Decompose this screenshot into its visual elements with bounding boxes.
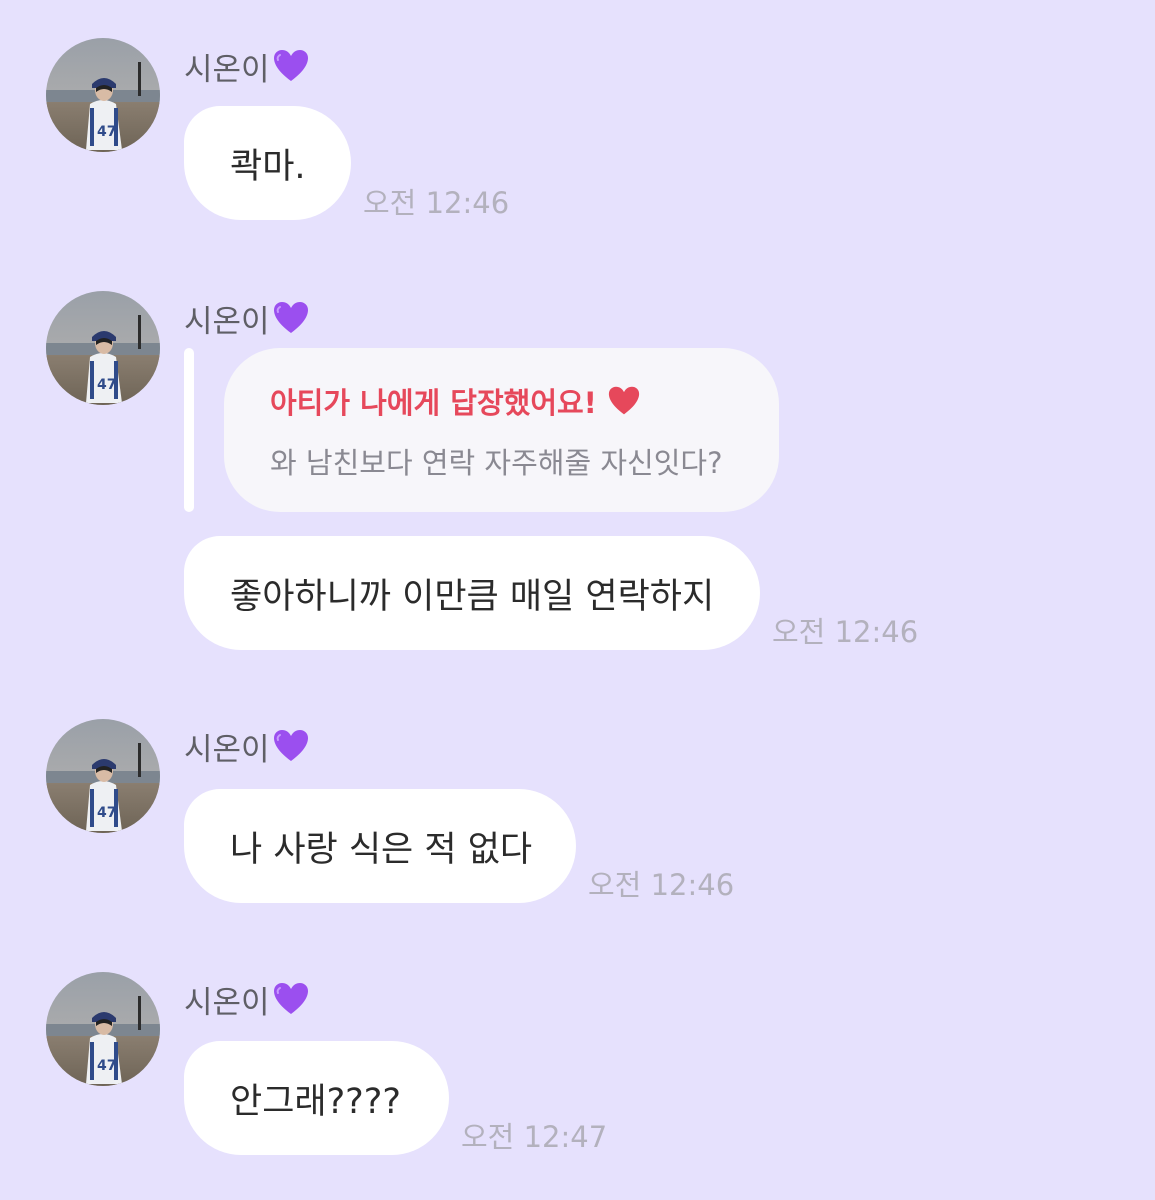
avatar[interactable]	[46, 972, 160, 1086]
purple-heart-icon	[272, 981, 310, 1017]
red-heart-icon	[607, 385, 641, 417]
reply-title-text: 아티가 나에게 답장했어요!	[270, 386, 597, 420]
message-bubble[interactable]: 콱마.	[184, 106, 351, 220]
sender-name: 시온이	[184, 726, 310, 768]
sender-name: 시온이	[184, 979, 310, 1021]
message-bubble[interactable]: 안그래????	[184, 1041, 449, 1155]
avatar[interactable]	[46, 719, 160, 833]
sender-name: 시온이	[184, 298, 310, 340]
message-text: 콱마.	[230, 146, 306, 187]
message-text: 안그래????	[230, 1081, 401, 1122]
message-bubble[interactable]: 좋아하니까 이만큼 매일 연락하지	[184, 536, 760, 650]
sender-label: 시온이	[184, 303, 270, 340]
reply-title: 아티가 나에게 답장했어요!	[270, 380, 641, 422]
message-text: 좋아하니까 이만큼 매일 연락하지	[230, 576, 715, 617]
reply-indicator-bar	[184, 348, 194, 512]
timestamp: 오전 12:46	[588, 868, 735, 902]
timestamp: 오전 12:47	[461, 1120, 608, 1154]
sender-label: 시온이	[184, 731, 270, 768]
avatar[interactable]	[46, 38, 160, 152]
purple-heart-icon	[272, 300, 310, 336]
sender-name: 시온이	[184, 46, 310, 88]
avatar[interactable]	[46, 291, 160, 405]
timestamp: 오전 12:46	[363, 186, 510, 220]
message-text: 나 사랑 식은 적 없다	[230, 829, 533, 870]
sender-label: 시온이	[184, 51, 270, 88]
reply-quoted-text: 와 남친보다 연락 자주해줄 자신잇다?	[270, 446, 723, 480]
timestamp: 오전 12:46	[772, 615, 919, 649]
message-bubble[interactable]: 나 사랑 식은 적 없다	[184, 789, 576, 903]
purple-heart-icon	[272, 728, 310, 764]
sender-label: 시온이	[184, 984, 270, 1021]
reply-card[interactable]: 아티가 나에게 답장했어요! 와 남친보다 연락 자주해줄 자신잇다?	[224, 348, 779, 512]
purple-heart-icon	[272, 48, 310, 84]
